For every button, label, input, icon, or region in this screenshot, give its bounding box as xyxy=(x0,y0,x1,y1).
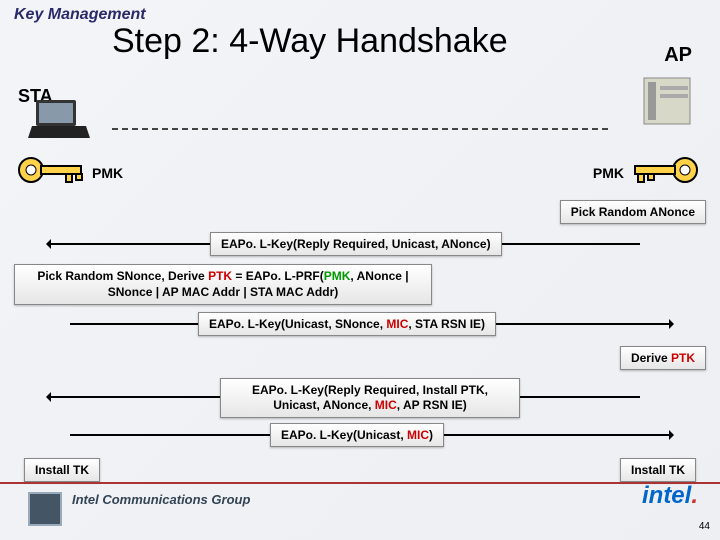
box-install-tk-left: Install TK xyxy=(24,458,100,482)
key-right-icon xyxy=(630,155,700,185)
t: Derive xyxy=(631,351,671,365)
box-derive-ptk: Derive PTK xyxy=(620,346,706,370)
page-title: Step 2: 4-Way Handshake xyxy=(112,22,508,61)
t: EAPo. L-Key(Unicast, SNonce, xyxy=(209,317,386,331)
t: PMK xyxy=(324,269,351,283)
t: EAPo. L-Key(Unicast, xyxy=(281,428,407,442)
key-left-icon xyxy=(16,155,86,185)
t: = EAPo. L-PRF( xyxy=(232,269,324,283)
box-derive-snonce: Pick Random SNonce, Derive PTK = EAPo. L… xyxy=(14,264,432,305)
intel-logo: intel. xyxy=(642,482,698,510)
t: PTK xyxy=(208,269,232,283)
laptop-icon xyxy=(28,98,90,140)
t: MIC xyxy=(386,317,408,331)
logo-dot: . xyxy=(691,482,698,509)
t: MIC xyxy=(375,398,397,412)
box-install-tk-right: Install TK xyxy=(620,458,696,482)
logo-text: intel xyxy=(642,482,691,509)
t: MIC xyxy=(407,428,429,442)
ap-label: AP xyxy=(664,44,692,67)
server-icon xyxy=(638,72,696,130)
box-msg2: EAPo. L-Key(Unicast, SNonce, MIC, STA RS… xyxy=(198,312,496,336)
box-pick-anonce: Pick Random ANonce xyxy=(560,200,706,224)
t: ) xyxy=(429,428,433,442)
t: , STA RSN IE) xyxy=(408,317,485,331)
box-msg4: EAPo. L-Key(Unicast, MIC) xyxy=(270,423,444,447)
footer-group-label: Intel Communications Group xyxy=(0,482,720,514)
page-number: 44 xyxy=(699,521,710,532)
footer-text: Intel Communications Group xyxy=(72,492,250,507)
t: PTK xyxy=(671,351,695,365)
box-msg1: EAPo. L-Key(Reply Required, Unicast, ANo… xyxy=(210,232,502,256)
box-msg3: EAPo. L-Key(Reply Required, Install PTK,… xyxy=(220,378,520,418)
t: , AP RSN IE) xyxy=(397,398,467,412)
t: Pick Random SNonce, Derive xyxy=(37,269,208,283)
timeline-divider xyxy=(112,128,608,130)
pmk-left-label: PMK xyxy=(92,165,123,181)
pmk-right-label: PMK xyxy=(593,165,624,181)
